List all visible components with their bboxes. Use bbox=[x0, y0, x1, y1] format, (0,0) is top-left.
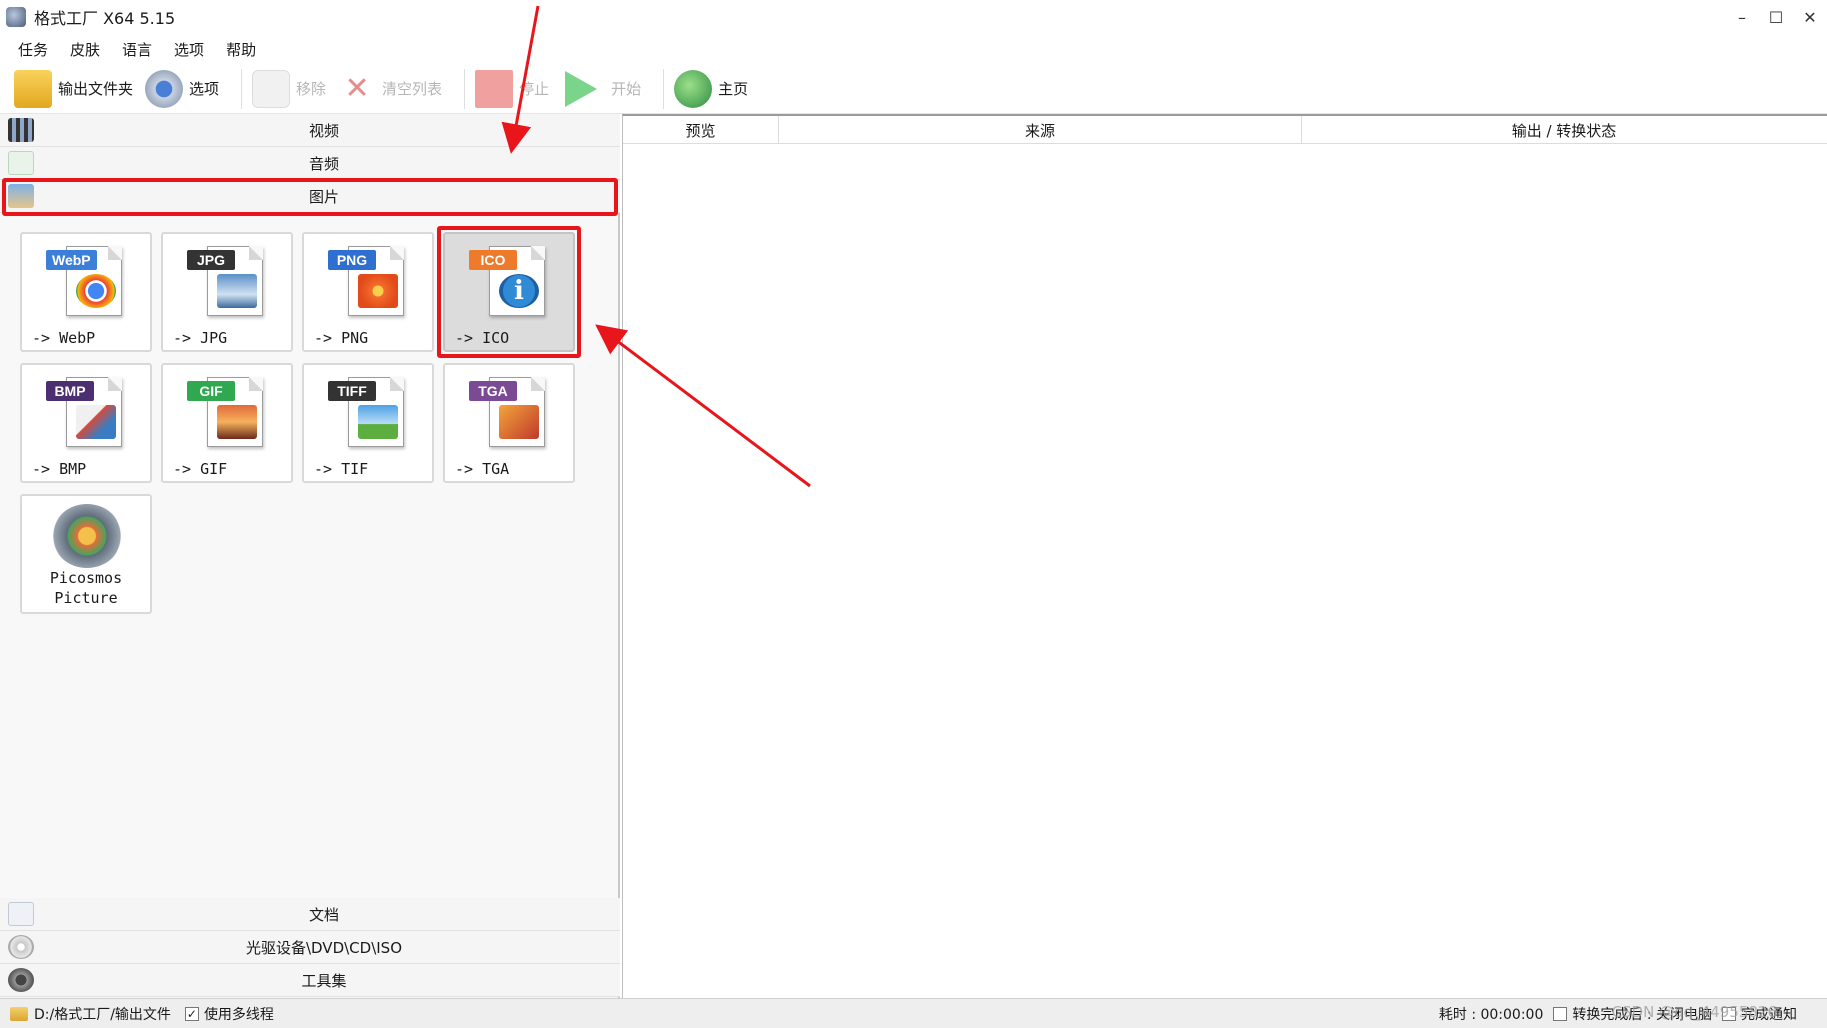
status-bar: D:/格式工厂/输出文件 ✓ 使用多线程 耗时 : 00:00:00 转换完成后… bbox=[0, 998, 1827, 1028]
picosmos-line1: Picosmos bbox=[49, 569, 123, 587]
folder-icon bbox=[14, 69, 52, 108]
category-document-label: 文档 bbox=[308, 905, 339, 924]
column-output-status[interactable]: 输出 / 转换状态 bbox=[1302, 116, 1826, 144]
menu-language[interactable]: 语言 bbox=[122, 39, 152, 60]
category-document[interactable]: 文档 bbox=[0, 898, 620, 931]
stop-button[interactable]: 停止 bbox=[475, 67, 561, 111]
column-source[interactable]: 来源 bbox=[779, 116, 1302, 144]
menu-options[interactable]: 选项 bbox=[174, 39, 204, 60]
home-label: 主页 bbox=[718, 80, 749, 98]
format-tile-png[interactable]: PNG -> PNG bbox=[302, 232, 434, 352]
menu-task[interactable]: 任务 bbox=[18, 39, 48, 60]
category-video-label: 视频 bbox=[308, 121, 339, 140]
play-icon bbox=[565, 70, 598, 107]
format-caption: -> PNG bbox=[314, 329, 369, 347]
picosmos-icon bbox=[52, 504, 122, 568]
format-badge: WebP bbox=[46, 250, 97, 270]
picosmos-tile[interactable]: Picosmos Picture bbox=[20, 494, 152, 614]
format-badge: JPG bbox=[187, 250, 235, 270]
category-tools-label: 工具集 bbox=[301, 971, 347, 990]
clear-list-label: 清空列表 bbox=[382, 80, 443, 98]
format-caption: -> BMP bbox=[32, 460, 87, 478]
format-caption: -> JPG bbox=[173, 329, 228, 347]
remove-button[interactable]: 移除 bbox=[252, 67, 338, 111]
multithread-checkbox[interactable]: ✓ bbox=[184, 1006, 199, 1021]
start-label: 开始 bbox=[611, 80, 642, 98]
close-button[interactable]: ✕ bbox=[1793, 0, 1827, 34]
stop-icon bbox=[475, 69, 514, 108]
minimize-button[interactable]: – bbox=[1725, 0, 1759, 34]
globe-icon bbox=[674, 69, 713, 108]
sunset-icon bbox=[217, 405, 257, 439]
format-tile-tga[interactable]: TGA -> TGA bbox=[443, 363, 575, 483]
column-preview[interactable]: 预览 bbox=[623, 116, 779, 144]
photo-icon bbox=[499, 405, 539, 439]
picosmos-caption: Picosmos Picture bbox=[22, 568, 150, 608]
gear-icon bbox=[145, 69, 184, 108]
format-tile-jpg[interactable]: JPG -> JPG bbox=[161, 232, 293, 352]
start-button[interactable]: 开始 bbox=[561, 67, 653, 111]
meadow-icon bbox=[358, 405, 398, 439]
output-path[interactable]: D:/格式工厂/输出文件 bbox=[34, 1004, 171, 1024]
menu-help[interactable]: 帮助 bbox=[226, 39, 256, 60]
toolbar: 输出文件夹 选项 移除 ✕ 清空列表 停止 开始 主页 bbox=[0, 64, 1827, 114]
chrome-icon bbox=[76, 274, 116, 308]
format-tile-webp[interactable]: WebP -> WebP bbox=[20, 232, 152, 352]
elapsed-time: 耗时 : 00:00:00 bbox=[1438, 1007, 1544, 1023]
format-caption: -> WebP bbox=[32, 329, 96, 347]
title-bar: 格式工厂 X64 5.15 – ☐ ✕ bbox=[0, 0, 1827, 34]
maximize-button[interactable]: ☐ bbox=[1759, 0, 1793, 34]
format-badge: TGA bbox=[469, 381, 517, 401]
category-video[interactable]: 视频 bbox=[0, 114, 620, 147]
multithread-label: 使用多线程 bbox=[203, 1006, 274, 1023]
category-audio-label: 音频 bbox=[308, 154, 339, 173]
menu-bar: 任务 皮肤 语言 选项 帮助 bbox=[0, 34, 1827, 64]
options-button[interactable]: 选项 bbox=[145, 67, 231, 111]
format-tile-gif[interactable]: GIF -> GIF bbox=[161, 363, 293, 483]
clear-list-button[interactable]: ✕ 清空列表 bbox=[338, 67, 454, 111]
picosmos-line2: Picture bbox=[54, 589, 118, 607]
category-disc-label: 光驱设备\DVD\CD\ISO bbox=[245, 938, 403, 957]
watermark: CSDN @qq_44955826 bbox=[1611, 1003, 1777, 1021]
folder-icon[interactable] bbox=[10, 1006, 28, 1021]
task-list-panel[interactable]: 预览 来源 输出 / 转换状态 bbox=[622, 114, 1827, 998]
format-badge: GIF bbox=[187, 381, 235, 401]
remove-icon bbox=[252, 69, 291, 108]
category-tools[interactable]: 工具集 bbox=[0, 964, 620, 997]
format-badge: TIFF bbox=[328, 381, 376, 401]
landscape-icon bbox=[217, 274, 257, 308]
home-button[interactable]: 主页 bbox=[674, 67, 760, 111]
clear-icon: ✕ bbox=[344, 71, 370, 106]
format-tile-tif[interactable]: TIFF -> TIF bbox=[302, 363, 434, 483]
toolbar-divider bbox=[464, 68, 466, 109]
window-title: 格式工厂 X64 5.15 bbox=[34, 9, 176, 28]
category-audio[interactable]: 音频 bbox=[0, 147, 620, 180]
format-badge: PNG bbox=[328, 250, 376, 270]
stop-label: 停止 bbox=[519, 80, 550, 98]
paint-icon bbox=[76, 405, 116, 439]
output-folder-label: 输出文件夹 bbox=[58, 80, 134, 98]
format-caption: -> TGA bbox=[455, 460, 510, 478]
format-caption: -> GIF bbox=[173, 460, 228, 478]
options-label: 选项 bbox=[189, 80, 220, 98]
format-tile-bmp[interactable]: BMP -> BMP bbox=[20, 363, 152, 483]
shutdown-checkbox[interactable] bbox=[1553, 1007, 1568, 1021]
category-panel: 视频 音频 图片 WebP -> WebP JPG -> JPG PNG -> … bbox=[0, 114, 620, 998]
task-table-header: 预览 来源 输出 / 转换状态 bbox=[623, 116, 1827, 144]
app-icon bbox=[6, 7, 26, 27]
format-badge: BMP bbox=[46, 381, 94, 401]
category-disc[interactable]: 光驱设备\DVD\CD\ISO bbox=[0, 931, 620, 964]
window-controls: – ☐ ✕ bbox=[1725, 0, 1827, 34]
toolbar-divider bbox=[663, 68, 665, 109]
flower-icon bbox=[358, 274, 398, 308]
menu-skin[interactable]: 皮肤 bbox=[70, 39, 100, 60]
toolbar-divider bbox=[241, 68, 243, 109]
ico-tile-highlight bbox=[437, 226, 581, 358]
image-category-highlight bbox=[2, 178, 618, 216]
format-caption: -> TIF bbox=[314, 460, 369, 478]
remove-label: 移除 bbox=[296, 80, 327, 98]
output-folder-button[interactable]: 输出文件夹 bbox=[14, 67, 145, 111]
